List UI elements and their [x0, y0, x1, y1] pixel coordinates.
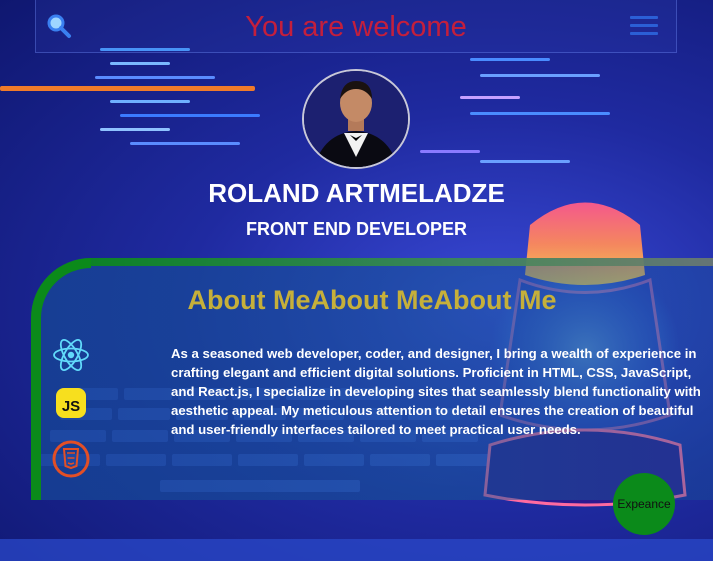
react-icon: [52, 336, 90, 374]
top-header: You are welcome: [35, 0, 677, 53]
svg-text:JS: JS: [62, 398, 80, 415]
about-title: About MeAbout MeAbout Me: [187, 285, 557, 315]
profile-name: ROLAND ARTMELADZE: [208, 178, 505, 208]
profile-role: FRONT END DEVELOPER: [245, 219, 468, 239]
experience-button[interactable]: Expeance: [613, 473, 675, 535]
page-title: You are welcome: [245, 11, 467, 43]
html5-icon: [52, 440, 90, 478]
about-top-border: [90, 258, 713, 266]
about-text: As a seasoned web developer, coder, and …: [171, 346, 701, 437]
avatar: [302, 69, 410, 169]
hamburger-menu-icon[interactable]: [630, 16, 658, 38]
javascript-icon: JS: [54, 386, 92, 424]
